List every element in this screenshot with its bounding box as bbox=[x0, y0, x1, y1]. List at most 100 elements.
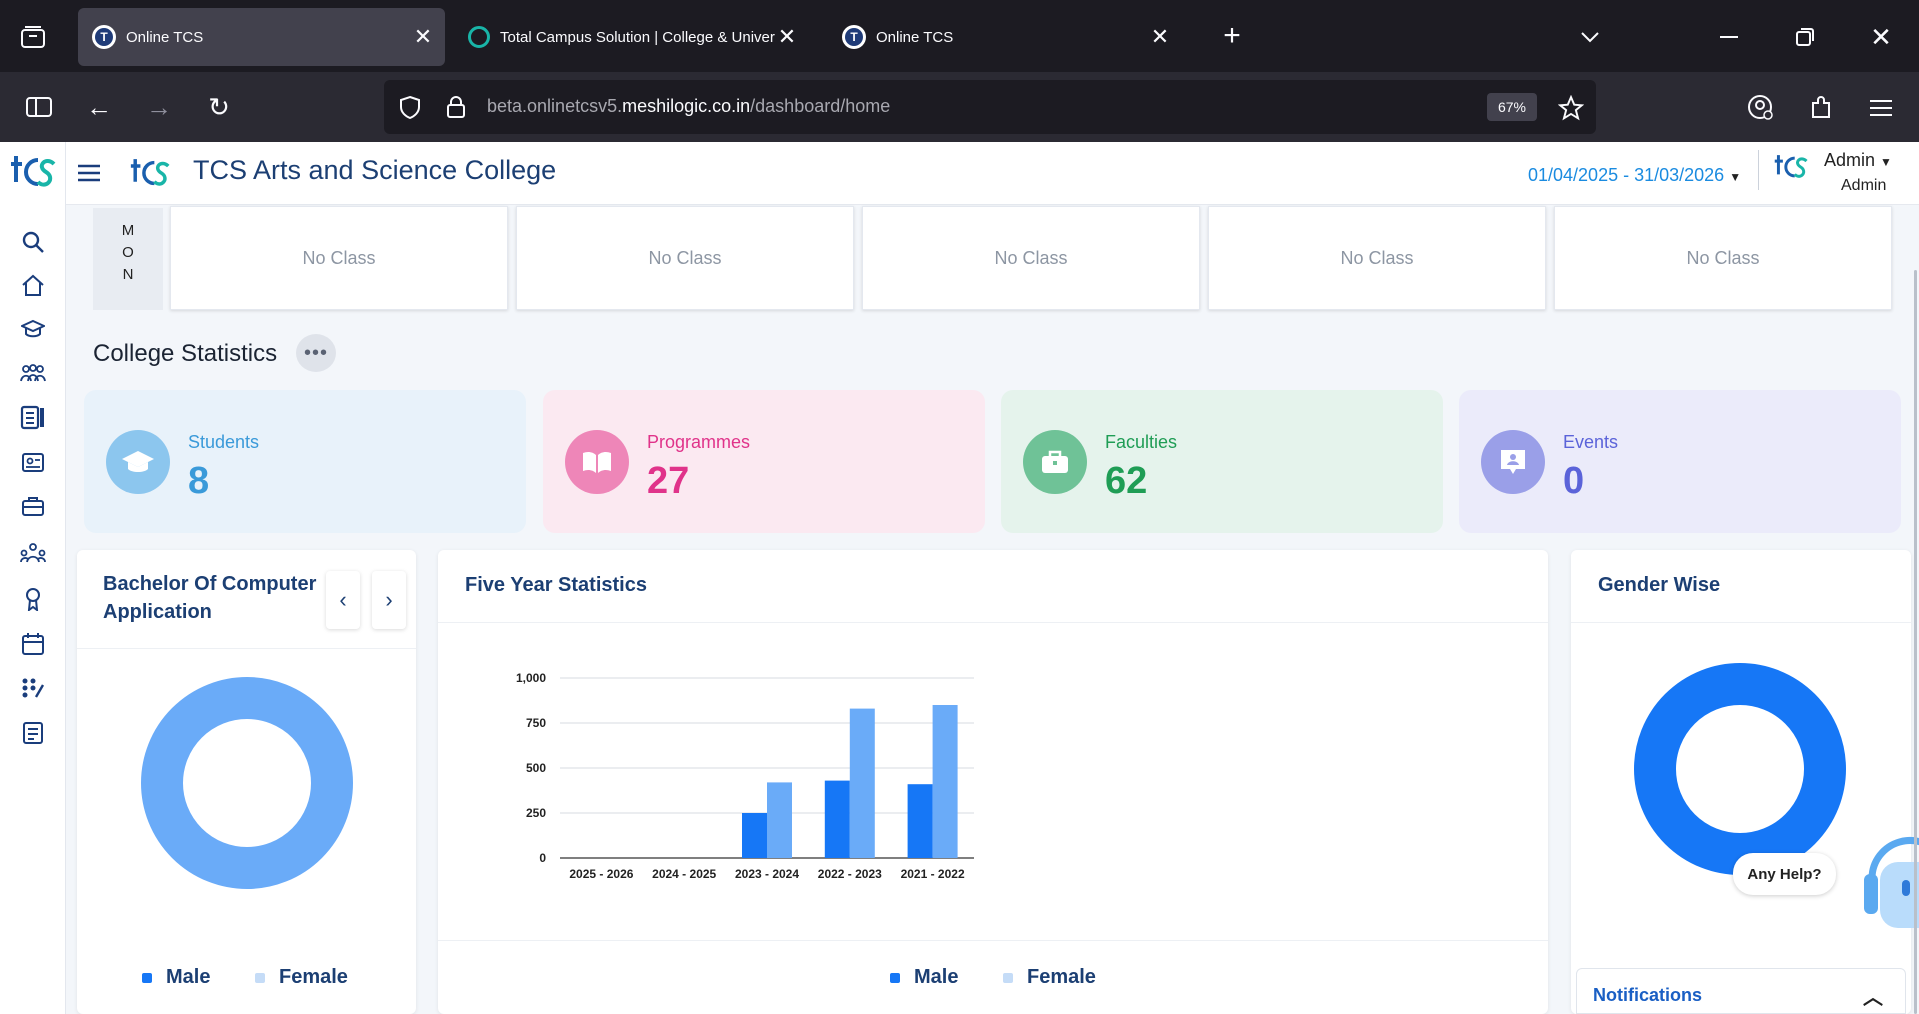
bar-female bbox=[767, 782, 792, 858]
back-arrow-icon[interactable]: ← bbox=[84, 92, 114, 122]
legend-male[interactable]: Male bbox=[142, 966, 210, 989]
tab-online-tcs[interactable]: T Online TCS ✕ bbox=[78, 8, 445, 66]
tcs-logo[interactable] bbox=[10, 152, 56, 192]
url-text[interactable]: beta.onlinetcsv5.meshilogic.co.in/dashbo… bbox=[487, 96, 890, 117]
sidebar-toggle-icon[interactable] bbox=[24, 93, 54, 121]
extensions-icon[interactable] bbox=[1806, 93, 1836, 123]
graduation-cap-icon bbox=[106, 430, 170, 494]
lock-icon[interactable] bbox=[442, 93, 470, 121]
search-icon[interactable] bbox=[20, 229, 46, 255]
y-tick-label: 500 bbox=[526, 761, 546, 775]
x-tick-label: 2025 - 2026 bbox=[569, 867, 633, 881]
legend-female[interactable]: Female bbox=[1003, 966, 1096, 989]
legend-male[interactable]: Male bbox=[890, 966, 958, 989]
network-people-icon[interactable] bbox=[20, 540, 46, 566]
next-programme-button[interactable]: › bbox=[372, 571, 406, 629]
stat-label: Faculties bbox=[1105, 432, 1178, 452]
user-avatar-logo[interactable] bbox=[1774, 152, 1808, 182]
stat-card-programmes[interactable]: Programmes 27 bbox=[543, 390, 985, 533]
tab-online-tcs-2[interactable]: T Online TCS ✕ bbox=[828, 8, 1182, 66]
dots-grid-icon[interactable] bbox=[20, 675, 46, 701]
user-name: Admin bbox=[1824, 150, 1876, 170]
tab-total-campus[interactable]: Total Campus Solution | College & Univer… bbox=[454, 8, 809, 66]
stat-value: 62 bbox=[1105, 460, 1148, 502]
stat-value: 8 bbox=[188, 460, 210, 502]
card-divider bbox=[1571, 622, 1911, 623]
zoom-level-badge[interactable]: 67% bbox=[1487, 93, 1537, 121]
x-tick-label: 2024 - 2025 bbox=[652, 867, 716, 881]
menu-hamburger-icon[interactable] bbox=[1866, 93, 1896, 123]
tab-title: Total Campus Solution | College & Univer… bbox=[500, 28, 775, 46]
legend-label: Male bbox=[166, 966, 211, 988]
tcs-favicon-icon: T bbox=[92, 25, 116, 49]
more-options-button[interactable]: ••• bbox=[296, 334, 336, 372]
bar-male bbox=[824, 780, 850, 858]
card-divider bbox=[438, 940, 1548, 941]
briefcase-icon[interactable] bbox=[20, 493, 46, 519]
legend-swatch bbox=[142, 972, 152, 983]
stat-card-events[interactable]: Events 0 bbox=[1459, 390, 1901, 533]
any-help-button[interactable]: Any Help? bbox=[1733, 853, 1836, 895]
new-tab-icon[interactable]: + bbox=[1216, 19, 1248, 52]
shield-icon[interactable] bbox=[396, 93, 424, 121]
stat-card-students[interactable]: Students 8 bbox=[84, 390, 526, 533]
timetable-slot: No Class bbox=[1208, 206, 1546, 310]
bar-male bbox=[742, 813, 767, 858]
close-tab-icon[interactable]: ✕ bbox=[775, 24, 799, 50]
stat-card-faculties[interactable]: Faculties 62 bbox=[1001, 390, 1443, 533]
section-title: College Statistics bbox=[93, 340, 278, 367]
stat-value: 0 bbox=[1563, 460, 1585, 502]
graduation-cap-icon[interactable] bbox=[20, 316, 46, 342]
stat-value: 27 bbox=[647, 460, 690, 502]
forward-arrow-icon[interactable]: → bbox=[144, 92, 174, 122]
tab-overview-icon[interactable] bbox=[18, 22, 48, 52]
close-window-icon[interactable]: ✕ bbox=[1866, 22, 1896, 52]
programme-title: Bachelor Of Computer Application bbox=[103, 573, 317, 623]
list-tabs-chevron-icon[interactable] bbox=[1575, 22, 1605, 52]
y-tick-label: 1,000 bbox=[516, 671, 546, 685]
report-document-icon[interactable] bbox=[20, 720, 46, 746]
bar-female bbox=[932, 705, 958, 858]
minimize-icon[interactable] bbox=[1714, 22, 1744, 52]
timetable-slot: No Class bbox=[1554, 206, 1892, 310]
reload-icon[interactable]: ↻ bbox=[204, 92, 234, 122]
caret-down-icon: ▼ bbox=[1880, 155, 1892, 169]
bar-male bbox=[907, 784, 933, 858]
clipboard-list-icon[interactable] bbox=[20, 404, 46, 430]
chevron-up-icon[interactable]: ︿ bbox=[1863, 981, 1883, 1010]
students-group-icon[interactable] bbox=[20, 360, 46, 386]
legend-swatch bbox=[255, 972, 265, 983]
id-card-icon[interactable] bbox=[20, 449, 46, 475]
loading-favicon-icon bbox=[468, 26, 490, 48]
briefcase-icon bbox=[1023, 430, 1087, 494]
calendar-icon[interactable] bbox=[20, 631, 46, 657]
bookmark-star-icon[interactable] bbox=[1556, 93, 1586, 123]
hamburger-menu-icon[interactable] bbox=[76, 160, 102, 186]
gender-title: Gender Wise bbox=[1598, 574, 1721, 596]
legend-label: Female bbox=[279, 966, 348, 988]
notifications-panel[interactable]: Notifications ︿ bbox=[1576, 968, 1906, 1014]
close-tab-icon[interactable]: ✕ bbox=[1148, 24, 1172, 50]
day-label: M O N bbox=[93, 208, 163, 310]
home-icon[interactable] bbox=[20, 272, 46, 298]
user-menu[interactable]: Admin ▼ bbox=[1824, 150, 1892, 171]
academic-year-selector[interactable]: 01/04/2025 - 31/03/2026 ▼ bbox=[1528, 165, 1741, 186]
legend-swatch bbox=[1003, 972, 1013, 983]
tcs-favicon-icon: T bbox=[842, 25, 866, 49]
bar-female bbox=[849, 708, 875, 858]
x-tick-label: 2023 - 2024 bbox=[735, 867, 799, 881]
account-icon[interactable] bbox=[1746, 93, 1776, 123]
y-tick-label: 750 bbox=[526, 716, 546, 730]
previous-programme-button[interactable]: ‹ bbox=[326, 571, 360, 629]
page-scrollbar[interactable] bbox=[1914, 270, 1917, 1014]
chatbot-icon[interactable] bbox=[1862, 828, 1919, 938]
close-tab-icon[interactable]: ✕ bbox=[411, 24, 435, 50]
award-icon[interactable] bbox=[20, 586, 46, 612]
x-tick-label: 2022 - 2023 bbox=[818, 867, 882, 881]
five-year-title: Five Year Statistics bbox=[465, 574, 647, 596]
stat-label: Students bbox=[188, 432, 260, 452]
restore-icon[interactable] bbox=[1790, 22, 1820, 52]
legend-female[interactable]: Female bbox=[255, 966, 348, 989]
legend-label: Male bbox=[914, 966, 959, 988]
user-role: Admin bbox=[1841, 177, 1887, 194]
